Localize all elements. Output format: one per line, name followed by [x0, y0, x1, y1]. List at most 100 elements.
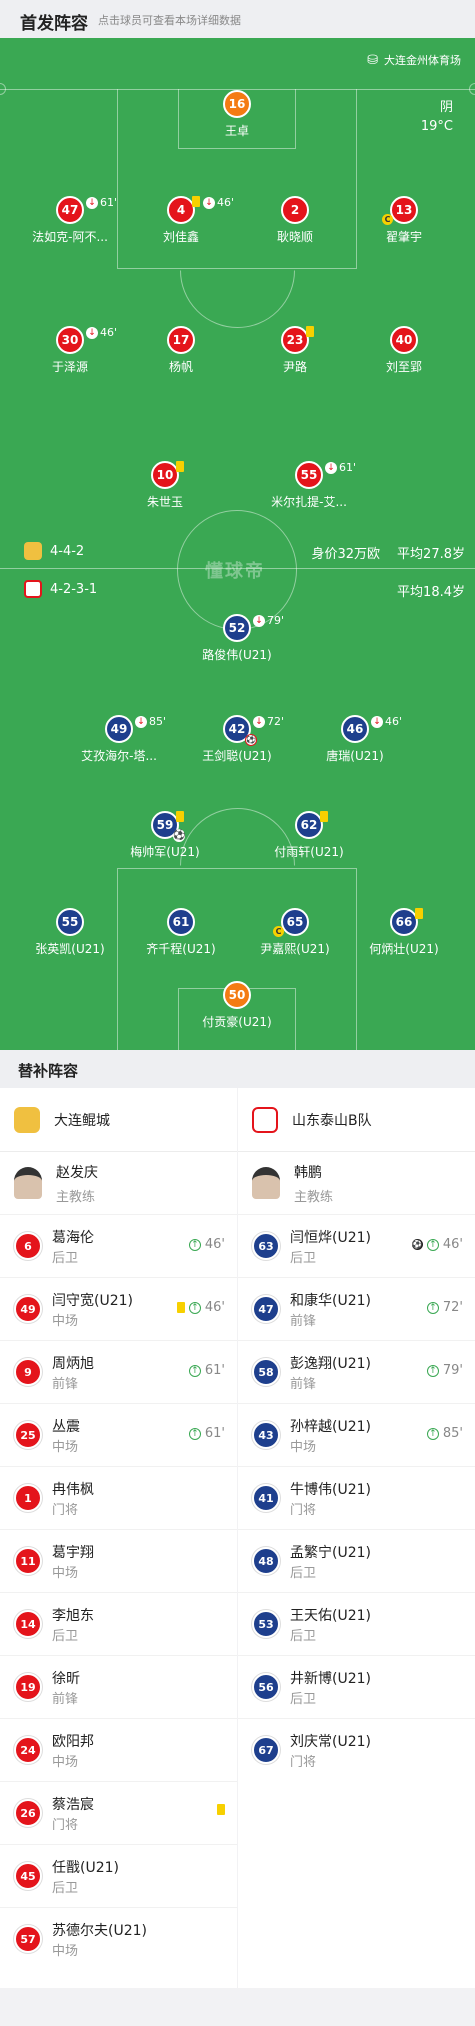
sub-on-marker: ↑ 61': [188, 1363, 225, 1378]
player-name: 冉伟枫: [52, 1482, 94, 1498]
sub-off-marker: ↓ 61': [86, 196, 117, 209]
bench-player[interactable]: 6 葛海伦 后卫 ↑ 46': [0, 1214, 237, 1277]
sub-off-icon: ↓: [135, 715, 147, 728]
stadium-icon: ⛁: [367, 52, 378, 68]
bench-player[interactable]: 56 井新博(U21) 后卫: [238, 1655, 475, 1718]
player-name: 彭逸翔(U21): [290, 1356, 371, 1372]
yellow-card-icon: [176, 1302, 185, 1313]
home-formation: 4-4-2: [24, 542, 84, 560]
bench-player[interactable]: 53 王天佑(U21) 后卫: [238, 1592, 475, 1655]
bench-player[interactable]: 67 刘庆常(U21) 门将: [238, 1718, 475, 1781]
weather-info: 阴 19°C: [421, 98, 453, 136]
shirt-number: 49: [14, 1295, 42, 1323]
goal-icon: ⚽: [411, 1239, 423, 1250]
bench-player[interactable]: 1 冉伟枫 门将: [0, 1466, 237, 1529]
home-bench: 大连鲲城 赵发庆 主教练 6 葛海伦 后卫 ↑ 46' 49 闫守宽(U21) 中场 ↑ 46'…: [0, 1088, 237, 1988]
sub-on-icon: ↑: [188, 1364, 201, 1377]
player-name: 于泽源: [51, 360, 88, 374]
player-name: 蔡浩宸: [52, 1797, 94, 1813]
away-team-name: 山东泰山B队: [292, 1112, 372, 1129]
player-name: 欧阳邦: [52, 1734, 94, 1750]
player-name: 刘佳鑫: [162, 230, 199, 244]
corner-arc: [469, 83, 475, 95]
away-coach[interactable]: 韩鹏 主教练: [238, 1152, 475, 1214]
bench-player[interactable]: 43 孙梓越(U21) 中场 ↑ 85': [238, 1403, 475, 1466]
bench-player[interactable]: 25 丛震 中场 ↑ 61': [0, 1403, 237, 1466]
page-subtitle: 点击球员可查看本场详细数据: [98, 14, 241, 27]
page-header: 首发阵容 点击球员可查看本场详细数据: [0, 0, 475, 38]
bench-player[interactable]: 24 欧阳邦 中场: [0, 1718, 237, 1781]
sub-on-marker: ↑ 46': [176, 1300, 225, 1315]
bench-player[interactable]: 9 周炳旭 前锋 ↑ 61': [0, 1340, 237, 1403]
bench-player[interactable]: 63 闫恒烨(U21) 后卫 ⚽ ↑ 46': [238, 1214, 475, 1277]
bench-player[interactable]: 45 任戬(U21) 后卫: [0, 1844, 237, 1907]
bench-player[interactable]: 49 闫守宽(U21) 中场 ↑ 46': [0, 1277, 237, 1340]
player-name: 耿晓顺: [276, 230, 313, 244]
own-goal-icon: ⚽: [245, 734, 257, 746]
player-position: 后卫: [52, 1881, 79, 1896]
yellow-card-icon: [217, 1804, 225, 1815]
shirt-number: 41: [252, 1484, 280, 1512]
bench-player[interactable]: 14 李旭东 后卫: [0, 1592, 237, 1655]
player-position: 中场: [52, 1440, 79, 1455]
stadium-name: 大连金州体育场: [384, 54, 461, 67]
goal-icon: ⚽: [173, 830, 186, 842]
player-position: 后卫: [290, 1566, 317, 1581]
shirt-number: 19: [14, 1673, 42, 1701]
shirt-number: 11: [14, 1547, 42, 1575]
sub-on-icon: ↑: [426, 1238, 439, 1251]
home-coach[interactable]: 赵发庆 主教练: [0, 1152, 237, 1214]
away-avg-age: 平均18.4岁: [397, 585, 465, 600]
bench-player[interactable]: 58 彭逸翔(U21) 前锋 ↑ 79': [238, 1340, 475, 1403]
player-name: 翟肇宇: [385, 230, 422, 244]
coach-name: 韩鹏: [294, 1164, 322, 1181]
shirt-number: 61: [167, 908, 195, 936]
player-name: 徐昕: [52, 1671, 80, 1687]
temperature: 19°C: [420, 119, 453, 134]
player-position: 门将: [52, 1818, 79, 1833]
bench-player[interactable]: 11 葛宇翔 中场: [0, 1529, 237, 1592]
bench-player[interactable]: 26 蔡浩宸门将: [0, 1781, 237, 1844]
sub-on-icon: ↑: [188, 1301, 201, 1314]
player-name: 刘庆常(U21): [290, 1734, 371, 1750]
yellow-card-icon: [176, 811, 184, 822]
player-name: 苏德尔夫(U21): [52, 1923, 147, 1939]
home-team-name: 大连鲲城: [54, 1112, 110, 1129]
bench-player[interactable]: 57 苏德尔夫(U21) 中场: [0, 1907, 237, 1970]
away-team-row[interactable]: 山东泰山B队: [238, 1088, 475, 1152]
away-team-logo-icon: [252, 1106, 278, 1133]
player-name: 艾孜海尔-塔...: [81, 749, 157, 763]
shirt-number: 47: [252, 1295, 280, 1323]
player-position: 前锋: [52, 1377, 79, 1392]
subs-title: 替补阵容: [18, 1062, 79, 1080]
sub-off-icon: ↓: [203, 196, 215, 209]
shirt-number: 4: [167, 196, 195, 224]
bench-player[interactable]: 47 和康华(U21) 前锋 ↑ 72': [238, 1277, 475, 1340]
bench-player[interactable]: 48 孟繁宁(U21) 后卫: [238, 1529, 475, 1592]
shirt-number: 62: [295, 811, 323, 839]
player-name: 孟繁宁(U21): [290, 1545, 371, 1561]
player-name: 付雨轩(U21): [274, 845, 344, 859]
player-name: 葛海伦: [52, 1230, 94, 1246]
player-position: 中场: [290, 1440, 317, 1455]
player-name: 齐千程(U21): [146, 942, 216, 956]
shirt-number: 53: [252, 1610, 280, 1638]
shirt-number: 48: [252, 1547, 280, 1575]
shirt-number: 47: [56, 196, 84, 224]
shirt-number: 2: [281, 196, 309, 224]
home-team-row[interactable]: 大连鲲城: [0, 1088, 237, 1152]
bench-player[interactable]: 19 徐昕 前锋: [0, 1655, 237, 1718]
player-name: 王卓: [224, 124, 249, 138]
home-formation-text: 4-4-2: [50, 543, 85, 559]
shirt-number: 26: [14, 1799, 42, 1827]
shirt-number: 17: [167, 326, 195, 354]
shirt-number: 46: [341, 715, 369, 743]
sub-on-marker: ↑ 72': [426, 1300, 463, 1315]
shirt-number: 25: [14, 1421, 42, 1449]
player-name: 朱世玉: [146, 495, 183, 509]
home-avg-age: 平均27.8岁: [397, 547, 465, 562]
player-name: 路俊伟(U21): [202, 648, 272, 662]
player-name: 王剑聪(U21): [202, 749, 272, 763]
bench-player[interactable]: 41 牛博伟(U21) 门将: [238, 1466, 475, 1529]
player-position: 中场: [52, 1314, 79, 1329]
